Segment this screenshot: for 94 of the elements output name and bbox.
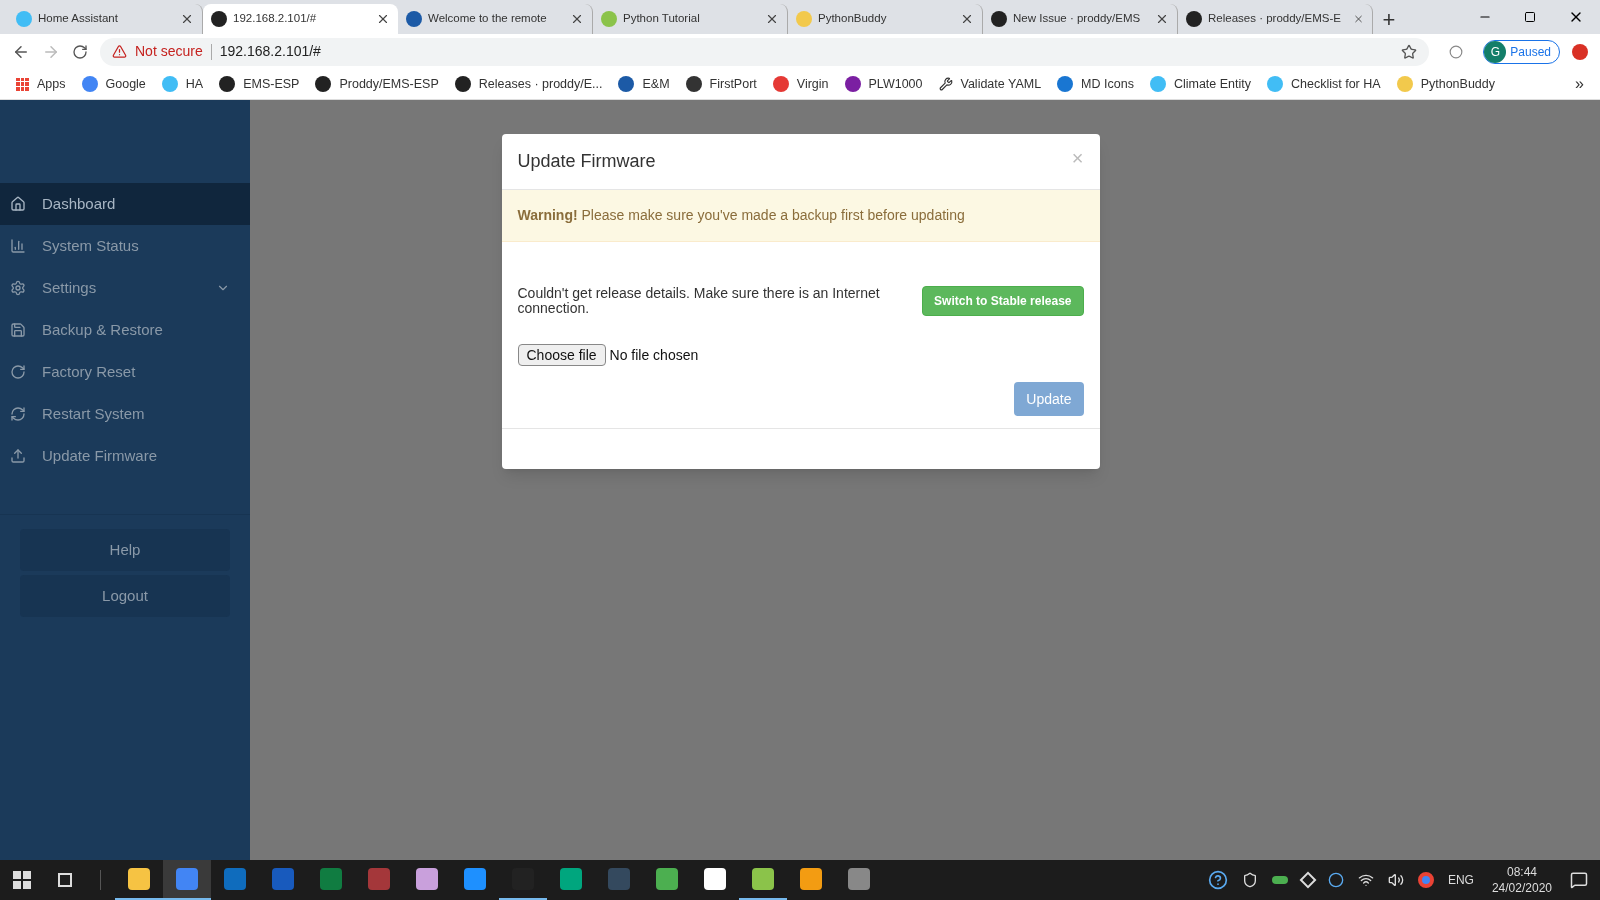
bookmark-favicon-icon	[772, 76, 789, 92]
tab-favicon-icon	[601, 11, 617, 27]
bookmark-favicon-icon	[81, 76, 98, 92]
close-icon[interactable]	[180, 12, 194, 26]
nav-icon	[10, 364, 26, 380]
bookmark-item[interactable]: HA	[161, 74, 204, 94]
bookmark-item[interactable]: Apps	[16, 74, 66, 94]
sidebar-item[interactable]: Factory Reset	[0, 351, 250, 393]
bookmark-item[interactable]: PythonBuddy	[1396, 74, 1495, 94]
sidebar-button[interactable]: Help	[20, 529, 230, 571]
sidebar-button[interactable]: Logout	[20, 575, 230, 617]
sidebar-item[interactable]: Settings	[0, 267, 250, 309]
nav-icon	[10, 322, 26, 338]
warning-alert: Warning! Please make sure you've made a backup first before updating	[501, 190, 1100, 242]
close-icon[interactable]	[765, 12, 779, 26]
bookmark-favicon-icon	[1149, 76, 1166, 92]
tab-favicon-icon	[406, 11, 422, 27]
nav-icon	[10, 280, 26, 296]
bookmark-item[interactable]: Releases · proddy/E...	[454, 74, 603, 94]
tray-app-icon[interactable]	[1271, 876, 1288, 884]
bookmark-item[interactable]: FirstPort	[685, 74, 757, 94]
tab-title: Releases · proddy/EMS-E	[1208, 11, 1341, 27]
bookmark-item[interactable]: MD Icons	[1057, 74, 1134, 94]
update-icon[interactable]	[1572, 43, 1588, 60]
close-icon[interactable]	[570, 12, 584, 26]
tab-favicon-icon	[16, 11, 32, 27]
bookmark-item[interactable]: Google	[81, 74, 146, 94]
bookmark-item[interactable]: Proddy/EMS-ESP	[315, 74, 439, 94]
bookmark-favicon-icon	[161, 76, 178, 92]
security-label: Not secure	[135, 42, 203, 61]
tab-favicon-icon	[991, 11, 1007, 27]
sidebar-item[interactable]: System Status	[0, 225, 250, 267]
language-indicator[interactable]: ENG	[1447, 871, 1474, 889]
restore-icon[interactable]	[1524, 11, 1536, 23]
browser-tray-icon[interactable]	[1417, 872, 1434, 888]
tab-title: Welcome to the remote	[428, 11, 547, 27]
bookmark-favicon-icon	[219, 76, 236, 92]
tab-title: Home Assistant	[38, 11, 118, 27]
bookmark-item[interactable]: Climate Entity	[1149, 74, 1251, 94]
browser-tab[interactable]: 192.168.2.101/#	[203, 4, 398, 34]
choose-file-button[interactable]: Choose file	[517, 344, 606, 366]
nav-icon	[10, 406, 26, 422]
sidebar-item[interactable]: Update Firmware	[0, 435, 250, 477]
sidebar-item[interactable]: Dashboard	[0, 183, 250, 225]
bookmark-favicon-icon	[1057, 76, 1074, 92]
address-bar[interactable]: Not secure 192.168.2.101/#	[100, 37, 1430, 66]
bookmark-item[interactable]: Validate YAML	[938, 74, 1042, 94]
nav-icon	[10, 238, 26, 254]
bookmark-favicon-icon	[315, 76, 332, 92]
notification-icon[interactable]	[1570, 871, 1588, 889]
tab-title: Python Tutorial	[623, 11, 700, 27]
bookmark-item[interactable]: E&M	[618, 74, 670, 94]
apps-grid-icon	[16, 77, 29, 91]
tab-favicon-icon	[796, 11, 812, 27]
wifi-icon[interactable]	[1357, 872, 1374, 888]
new-tab-button[interactable]: +	[1373, 4, 1405, 34]
nav-icon	[10, 196, 26, 212]
sidebar-item[interactable]: Restart System	[0, 393, 250, 435]
nav-icon	[10, 448, 26, 464]
bookmark-favicon-icon	[685, 76, 702, 92]
volume-icon[interactable]	[1387, 872, 1404, 888]
bookmark-favicon-icon	[1267, 76, 1283, 92]
close-icon[interactable]	[1155, 12, 1169, 26]
bookmark-favicon-icon	[618, 76, 635, 92]
error-message: Couldn't get release details. Make sure there is an Internet connection.	[517, 286, 881, 316]
url-text: 192.168.2.101/#	[219, 42, 321, 61]
tab-title: New Issue · proddy/EMS	[1013, 11, 1141, 27]
bookmark-favicon-icon	[1396, 76, 1413, 92]
shield-icon[interactable]	[1241, 872, 1258, 888]
sidebar-item[interactable]: Backup & Restore	[0, 309, 250, 351]
help-icon[interactable]	[1207, 870, 1228, 890]
close-icon[interactable]	[960, 12, 974, 26]
wrench-icon	[938, 77, 953, 91]
task-view-icon[interactable]	[58, 873, 72, 887]
warning-icon	[112, 44, 127, 59]
close-icon[interactable]	[376, 12, 390, 26]
bookmark-favicon-icon	[844, 76, 861, 92]
profile-avatar: G	[1484, 40, 1507, 63]
more-bookmarks-button[interactable]: »	[1575, 72, 1584, 96]
reload-icon[interactable]	[72, 43, 88, 60]
tab-favicon-icon	[1186, 11, 1202, 27]
bookmark-favicon-icon	[454, 76, 471, 92]
clock[interactable]: 08:44 24/02/2020	[1491, 864, 1552, 896]
tab-title: PythonBuddy	[818, 11, 887, 27]
star-icon[interactable]	[1401, 43, 1418, 60]
modal-title: Update Firmware	[517, 150, 656, 173]
bookmark-item[interactable]: Checklist for HA	[1267, 74, 1381, 94]
tab-title: 192.168.2.101/#	[233, 11, 317, 27]
bookmark-item[interactable]: PLW1000	[844, 74, 923, 94]
bookmark-item[interactable]: EMS-ESP	[219, 74, 300, 94]
file-status: No file chosen	[609, 345, 699, 365]
tab-favicon-icon	[211, 11, 227, 27]
profile-status: Paused	[1510, 43, 1551, 61]
bookmark-item[interactable]: Virgin	[772, 74, 829, 94]
